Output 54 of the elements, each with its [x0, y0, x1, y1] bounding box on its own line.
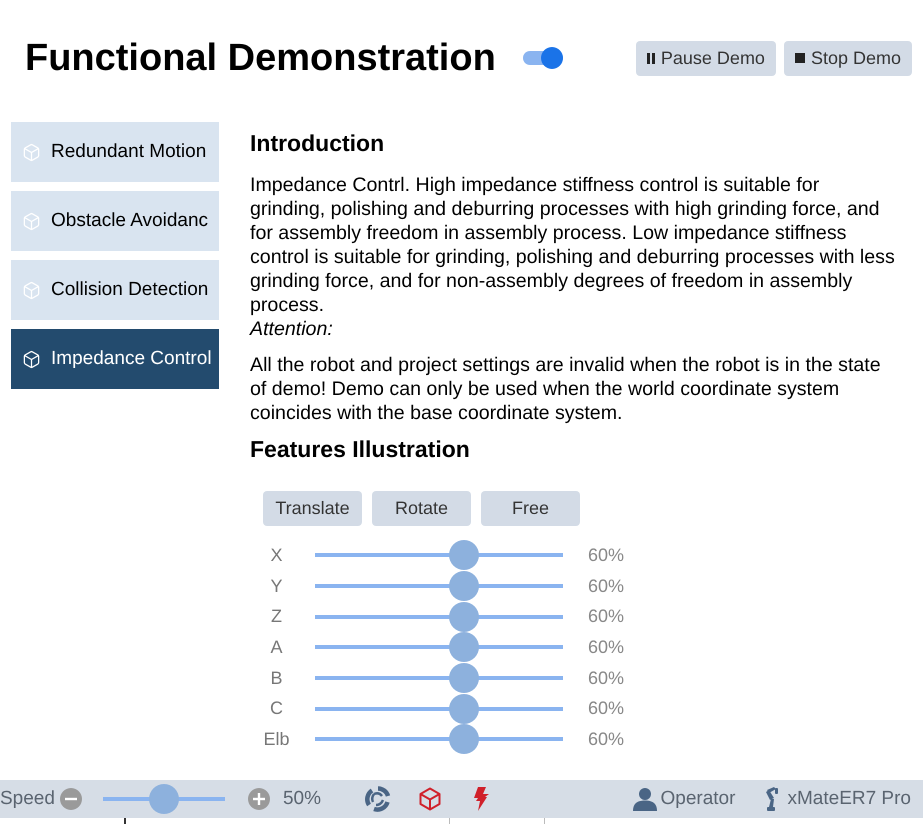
lightning-icon[interactable] [472, 787, 490, 811]
cube-icon[interactable] [418, 787, 442, 811]
slider-thumb[interactable] [448, 663, 479, 694]
demo-toggle[interactable] [522, 46, 563, 70]
swirl-icon[interactable] [364, 786, 391, 812]
slider-thumb[interactable] [448, 724, 479, 754]
pause-demo-button[interactable]: Pause Demo [636, 40, 776, 76]
user-role: Operator [660, 788, 736, 810]
user-icon[interactable] [633, 787, 658, 811]
axis-label: B [269, 668, 284, 689]
axis-label: Y [269, 576, 284, 597]
minus-icon[interactable] [60, 788, 82, 810]
axis-label: A [269, 636, 284, 658]
slider-thumb[interactable] [448, 632, 479, 662]
slider-thumb[interactable] [448, 571, 479, 602]
slider-thumb[interactable] [448, 694, 479, 724]
axis-label: Z [270, 606, 283, 628]
cube-icon [22, 350, 41, 368]
robot-model: xMateER7 Pro [787, 788, 911, 810]
axis-value: 60% [588, 728, 624, 750]
axis-label: Elb [263, 728, 290, 750]
mode-button[interactable]: Rotate [372, 491, 471, 526]
sidebar-item[interactable]: Redundant Motion [11, 122, 219, 182]
axis-label: X [269, 544, 284, 566]
mode-button[interactable]: Free [481, 491, 580, 526]
cube-icon [22, 142, 41, 162]
axis-label: C [269, 698, 284, 720]
sidebar-item[interactable]: Obstacle Avoidanc [11, 191, 219, 251]
pause-icon [646, 52, 655, 64]
mode-button[interactable]: Translate [263, 491, 362, 526]
sidebar-item[interactable]: Impedance Control [11, 329, 219, 389]
attention-paragraph: All the robot and project settings are invalid when the robot is in the state of demo! Demo can only be used when the world coordinate system coincides with the base coordinate system. [250, 353, 882, 425]
speed-label: Speed [0, 788, 55, 810]
plus-icon[interactable] [248, 788, 270, 810]
axis-value: 60% [588, 606, 624, 628]
cube-icon [22, 280, 41, 300]
speed-value: 50% [282, 788, 321, 810]
slider-thumb[interactable] [448, 602, 479, 632]
stop-icon [794, 53, 805, 63]
stop-demo-button[interactable]: Stop Demo [784, 40, 912, 76]
attention-label: Attention: [250, 317, 334, 341]
cube-icon [22, 212, 41, 230]
axis-value: 60% [588, 636, 624, 658]
axis-value: 60% [588, 544, 624, 566]
intro-paragraph: Impedance Contrl. High impedance stiffness control is suitable for grinding, polishing and deburring processes with high grinding force, and for assembly freedom in assembly process. Low impedance stiffness control is suitable for grinding, polishing and deburring processes with less grinding force, and for non-assembly degrees of freedom in assembly process. [250, 173, 895, 317]
axis-value: 60% [588, 576, 624, 597]
axis-value: 60% [588, 668, 624, 689]
page-title: Functional Demonstration [25, 36, 496, 81]
section-heading: Introduction [250, 129, 386, 157]
slider-thumb[interactable] [448, 540, 479, 570]
section-heading: Features Illustration [250, 435, 471, 463]
axis-value: 60% [588, 698, 624, 720]
sidebar-item[interactable]: Collision Detection [11, 260, 219, 320]
slider-thumb[interactable] [148, 784, 179, 814]
